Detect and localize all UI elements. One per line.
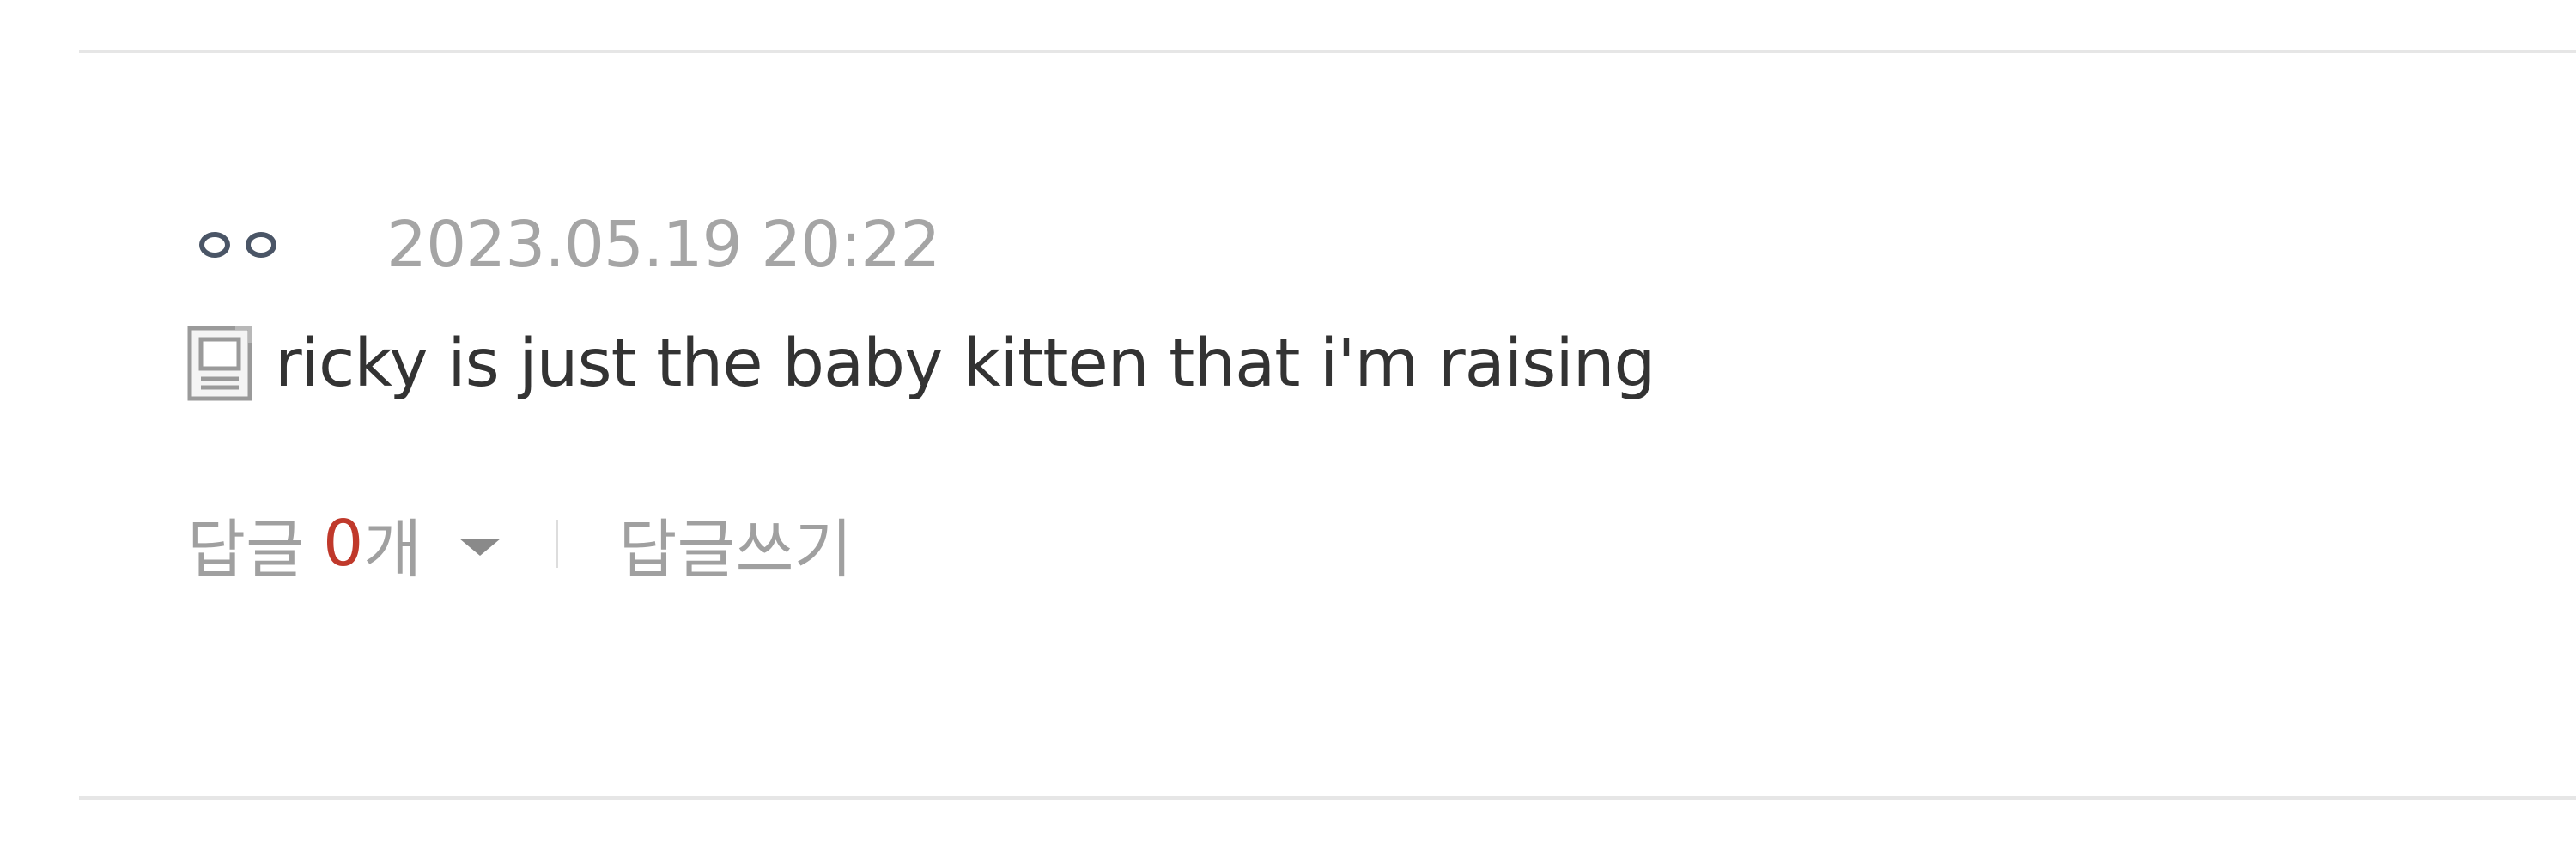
comment-actions: 답글 0 개 답글쓰기 xyxy=(187,497,1655,591)
comment-meta: 2023.05.19 20:22 xyxy=(187,198,1655,292)
reply-unit: 개 xyxy=(363,512,422,587)
action-separator xyxy=(556,520,559,568)
reply-label: 답글 xyxy=(187,512,305,587)
chevron-down-icon[interactable] xyxy=(459,539,501,556)
comment-item: 2023.05.19 20:22 ricky is just the baby … xyxy=(187,198,1656,591)
reply-count-toggle[interactable]: 답글 0 개 xyxy=(187,498,501,590)
comment-body: ricky is just the baby kitten that i'm r… xyxy=(187,316,1656,411)
author-dot-left-icon xyxy=(199,232,230,258)
reply-count: 0 xyxy=(323,507,364,581)
author-avatar-icon[interactable] xyxy=(199,232,276,258)
comment-text: ricky is just the baby kitten that i'm r… xyxy=(275,325,1656,402)
top-divider xyxy=(79,50,2576,53)
author-dot-right-icon xyxy=(246,232,276,258)
comment-page: 2023.05.19 20:22 ricky is just the baby … xyxy=(0,0,2576,859)
document-icon xyxy=(187,326,252,401)
comment-timestamp: 2023.05.19 20:22 xyxy=(386,208,940,282)
bottom-divider xyxy=(79,796,2576,800)
write-reply-button[interactable]: 답글쓰기 xyxy=(618,498,852,590)
